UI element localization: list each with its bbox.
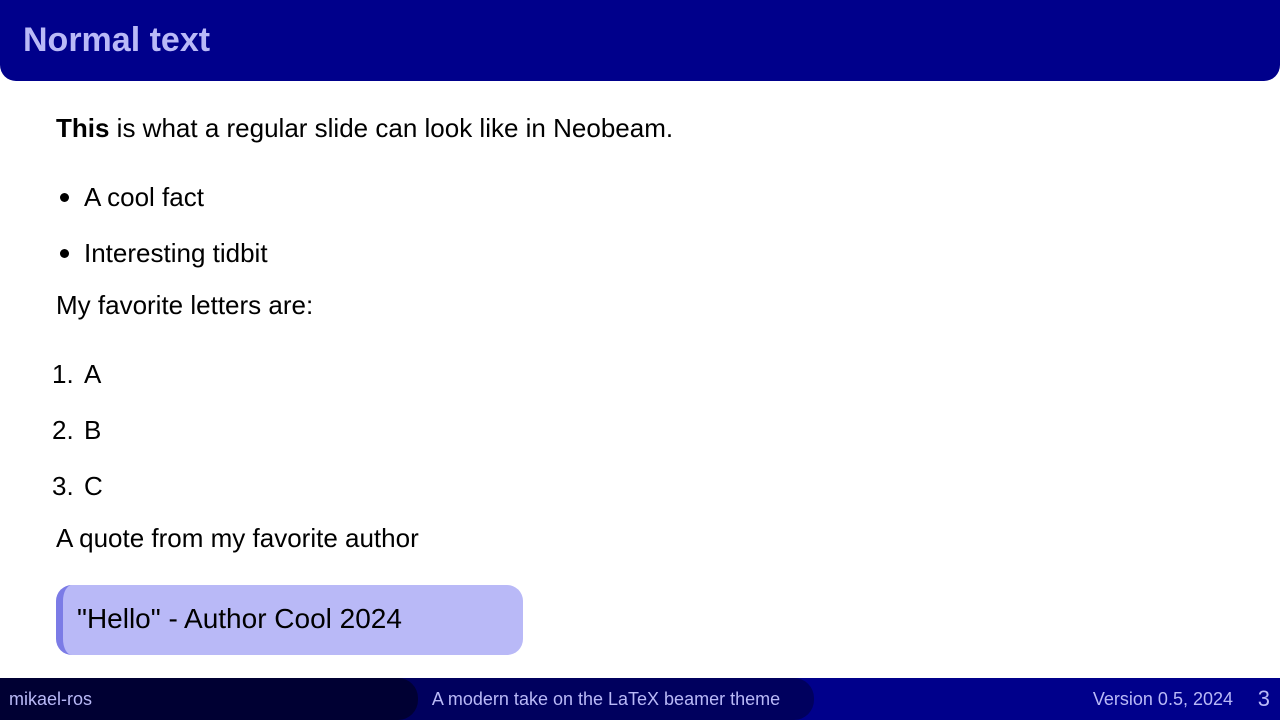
footer-author-segment: mikael-ros — [0, 678, 418, 720]
enum-number-2: 2. — [52, 415, 74, 445]
page-number: 3 — [1257, 686, 1270, 711]
footer-subtitle: A modern take on the LaTeX beamer theme — [431, 689, 781, 709]
footer-subtitle-wrap: A modern take on the LaTeX beamer theme — [398, 678, 814, 720]
footer-version: Version 0.5, 2024 — [1092, 689, 1233, 709]
quote-box: "Hello" - Author Cool 2024 — [56, 585, 523, 655]
slide-title: Normal text — [23, 21, 211, 59]
footer-author: mikael-ros — [9, 689, 93, 709]
letters-label: My favorite letters are: — [56, 290, 314, 320]
intro-text: is what a regular slide can look like in… — [109, 113, 674, 143]
bullet-item-2: Interesting tidbit — [84, 238, 268, 268]
quote-label: A quote from my favorite author — [56, 523, 419, 553]
bullet-marker-1 — [60, 193, 69, 202]
enum-item-1: A — [84, 359, 102, 389]
quote-text: "Hello" - Author Cool 2024 — [77, 603, 402, 634]
enum-item-2: B — [84, 415, 102, 445]
slide-header: Normal text — [0, 0, 1280, 81]
intro-bold: This — [56, 113, 110, 143]
bullet-marker-2 — [60, 249, 69, 258]
slide-footer: mikael-ros A modern take on the LaTeX be… — [0, 678, 1280, 720]
enum-item-3: C — [84, 471, 103, 501]
enum-number-3: 3. — [52, 471, 74, 501]
bullet-item-1: A cool fact — [84, 182, 204, 212]
intro-paragraph: This is what a regular slide can look li… — [56, 112, 673, 144]
enum-number-1: 1. — [52, 359, 74, 389]
